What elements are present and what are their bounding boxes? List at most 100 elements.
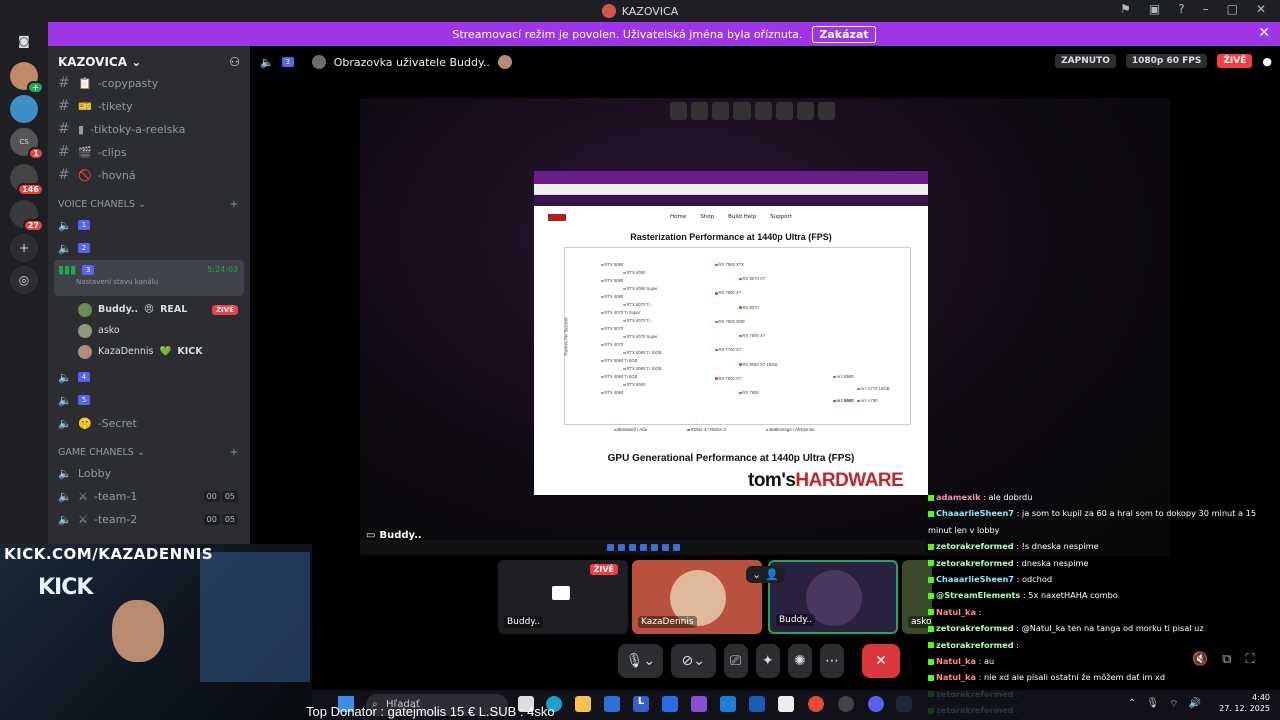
activities-button[interactable]: ✦ — [755, 644, 780, 678]
voice-channel-2[interactable]: 🔈 2 — [48, 237, 250, 259]
text-channel[interactable]: # ▮ -tiktoky-a-reelska — [48, 118, 250, 140]
voice-channel-3[interactable]: ▮▮▮ 3 5:24:03 Nastavení stavu kanálu — [54, 260, 244, 296]
voice-user[interactable]: Buddy.. 😠 REAL ŽIVĚ — [48, 299, 250, 320]
channel-status[interactable]: Nastavení stavu kanálu — [58, 278, 244, 286]
data-point: RTX 5070 — [601, 326, 623, 331]
discover-icon[interactable]: ◎ — [10, 266, 38, 294]
discord-home-icon[interactable]: ◙ — [10, 27, 38, 55]
chat-icon[interactable]: ● — [1262, 55, 1272, 68]
explorer-icon[interactable] — [575, 696, 591, 712]
disable-streamer-mode-button[interactable]: Zakázat — [812, 25, 876, 43]
chat-username[interactable]: Natul_ka — [936, 672, 976, 682]
game-category-header[interactable]: GAME CHANELS ⌄ + — [48, 442, 250, 462]
text-channel[interactable]: # 🚫 -hovná — [48, 164, 250, 186]
close-window-button[interactable]: ✕ — [1256, 2, 1266, 16]
chat-username[interactable]: @StreamElements — [936, 590, 1020, 600]
chat-username[interactable]: zetorakreformed — [936, 541, 1014, 551]
data-point-label: RTX 4060 Ti 16GB — [626, 366, 662, 371]
avatar — [311, 55, 326, 69]
wifi-icon[interactable]: ⌔ — [1169, 698, 1178, 711]
server-folder-icon[interactable]: 27 — [10, 200, 44, 232]
screen-icon[interactable]: ▣ — [1149, 2, 1160, 16]
soundboard-button[interactable]: ✺ — [787, 644, 812, 678]
chevron-up-icon[interactable]: ⌃ — [1128, 698, 1136, 711]
steam-icon[interactable] — [896, 696, 912, 712]
voice-channel-1[interactable]: 🔈 1 — [48, 214, 250, 236]
store-icon[interactable] — [604, 696, 620, 712]
taskbar-app-icon[interactable] — [691, 696, 707, 712]
voice-channel-5[interactable]: 🔈 5 — [48, 389, 250, 411]
data-point: RX 7700 XT — [715, 347, 741, 352]
voice-channel-lobby[interactable]: 🔈 Lobby — [48, 462, 250, 484]
data-point: RTX 4070 Ti Super — [601, 310, 640, 315]
popout-icon[interactable]: ⧉ — [1222, 652, 1231, 667]
voice-user[interactable]: asko — [48, 320, 250, 341]
taskbar-app-icon[interactable] — [662, 696, 678, 712]
data-point-marker — [601, 359, 604, 363]
maximize-button[interactable]: □ — [1227, 2, 1238, 16]
taskbar-app-icon[interactable] — [720, 696, 736, 712]
discord-icon[interactable] — [868, 696, 884, 712]
chat-username[interactable]: zetorakreformed — [936, 558, 1014, 568]
outlook-icon[interactable] — [749, 696, 765, 712]
voice-channel-team-2[interactable]: 🔈 ⚔ -team-2 00 05 — [48, 508, 250, 530]
participant-tile[interactable]: ŽIVĚ Buddy.. — [498, 560, 628, 634]
inbox-icon[interactable]: ⚑ — [1120, 2, 1131, 16]
participant-tile[interactable]: Buddy.. — [768, 560, 898, 634]
microphone-button[interactable]: 🎙 ⌄ — [618, 644, 663, 678]
camera-button[interactable]: ⊘ ⌄ — [670, 644, 716, 678]
voice-channel-team-1[interactable]: 🔈 ⚔ -team-1 00 05 — [48, 485, 250, 507]
add-user-icon[interactable]: 👤 — [765, 568, 779, 581]
chevron-down-icon[interactable]: ⌄ — [752, 568, 761, 581]
zapnuto-badge[interactable]: ZAPNUTO — [1055, 54, 1116, 68]
voice-channel-4[interactable]: 🔈 4 — [48, 366, 250, 388]
chat-username[interactable]: zetorakreformed — [936, 640, 1014, 650]
fullscreen-icon[interactable]: ⛶ — [1245, 652, 1254, 667]
volume-icon[interactable]: 🔇 — [1192, 652, 1208, 667]
server-icon[interactable]: + — [10, 62, 44, 94]
text-channel[interactable]: # 🎫 -tikety — [48, 95, 250, 117]
data-point-label: RX 7700 XT — [718, 347, 742, 353]
stream-quality-badge[interactable]: 1080p 60 FPS — [1125, 54, 1208, 68]
data-point-marker — [715, 348, 718, 352]
server-icon[interactable]: CS 1 — [10, 128, 44, 160]
browser-tabs — [534, 171, 928, 184]
voice-category-header[interactable]: VOICE CHANELS ⌄ + — [48, 194, 250, 214]
voice-user[interactable]: KazaDennis 💚 KICK — [48, 341, 250, 362]
chat-username[interactable]: zetorakreformed — [936, 623, 1014, 633]
minimize-button[interactable]: – — [1203, 2, 1209, 16]
taskbar-app-icon[interactable] — [778, 696, 794, 712]
close-icon[interactable]: ✕ — [1258, 25, 1270, 41]
server-folder-icon[interactable]: 146 — [10, 164, 44, 196]
chat-username[interactable]: ChaaarlieSheen7 — [936, 574, 1014, 584]
add-server-icon[interactable]: + — [10, 234, 38, 262]
invite-icon[interactable]: ⚇ — [229, 55, 240, 69]
kick-icon — [928, 674, 934, 681]
voice-channel-secret[interactable]: 🔈 🤫 -Secret — [48, 412, 250, 434]
text-channel[interactable]: # 🎬 -clips — [48, 141, 250, 163]
data-point-marker — [715, 263, 718, 267]
chat-username[interactable]: ChaaarlieSheen7 — [936, 508, 1014, 518]
obs-icon[interactable] — [838, 696, 854, 712]
add-channel-icon[interactable]: + — [230, 447, 238, 458]
more-options-button[interactable]: ⋯ — [819, 644, 845, 678]
data-point: RX 7900 XT — [715, 290, 741, 295]
app-icon — [691, 102, 709, 120]
data-point: RTX 4080 — [601, 294, 623, 299]
kick-icon — [928, 576, 934, 583]
taskbar-app-icon[interactable]: L — [633, 696, 649, 712]
add-channel-icon[interactable]: + — [230, 199, 238, 210]
taskbar-clock[interactable]: 4:40 27. 12. 2025 — [1218, 692, 1270, 714]
disconnect-button[interactable]: ✕ — [862, 644, 900, 678]
participant-tile[interactable]: KazaDennis — [632, 560, 762, 634]
help-icon[interactable]: ? — [1178, 2, 1184, 16]
chrome-icon[interactable] — [808, 696, 824, 712]
server-icon[interactable] — [10, 95, 38, 123]
text-channel[interactable]: # 📋 -copypasty — [48, 72, 250, 94]
screen-share-button[interactable]: ⎚ — [723, 644, 748, 678]
mic-icon[interactable]: 🎙 — [1146, 698, 1159, 711]
chat-username[interactable]: Natul_ka — [936, 607, 976, 617]
chat-username[interactable]: Natul_ka — [936, 656, 976, 666]
volume-icon[interactable]: 🔊 — [1189, 698, 1201, 711]
chat-username[interactable]: adamexik — [936, 492, 981, 502]
